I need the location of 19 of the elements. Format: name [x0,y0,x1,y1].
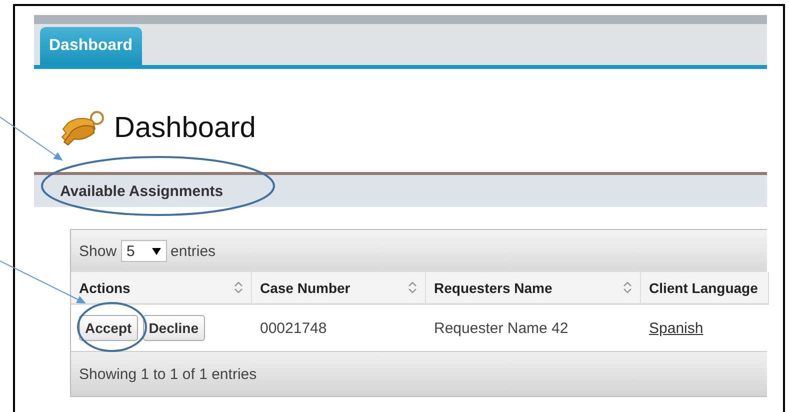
length-label: entries [170,242,216,260]
length-label: Show [79,242,117,260]
table-info: Showing 1 to 1 of 1 entries [79,366,257,382]
column-header[interactable]: Requesters Name [426,272,641,305]
column-header[interactable]: Actions [71,272,252,305]
annotation-arrow [0,116,63,161]
entries-select[interactable]: 5 [120,240,167,262]
language-link[interactable]: Spanish [649,320,704,336]
accept-button[interactable]: Accept [79,315,138,341]
column-header[interactable]: Case Number [252,272,426,305]
caret-icon [152,248,161,254]
decline-button[interactable]: Decline [142,315,204,341]
page-title: Dashboard [114,112,256,144]
annotation-ellipse [77,302,147,352]
key-icon [60,109,106,147]
table-cell: Requester Name 42 [434,320,568,336]
table-cell: 00021748 [260,320,327,336]
column-header[interactable]: Client Language [641,272,769,305]
section-title: Available Assignments [60,182,224,200]
